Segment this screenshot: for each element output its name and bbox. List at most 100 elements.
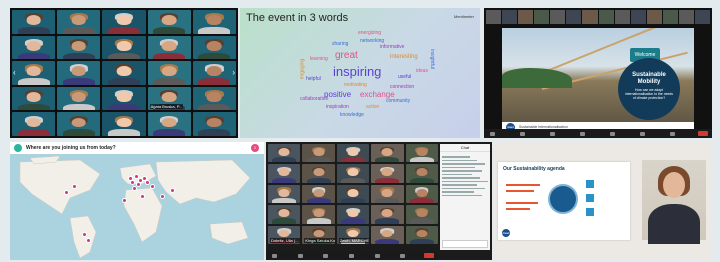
location-pin[interactable] bbox=[140, 194, 145, 199]
participant-tile[interactable] bbox=[405, 164, 438, 183]
participant-tile[interactable] bbox=[405, 144, 438, 163]
participant-thumbnail[interactable] bbox=[678, 10, 695, 24]
word-informative: informative bbox=[380, 44, 405, 50]
chat-input[interactable] bbox=[442, 240, 488, 248]
record-icon[interactable] bbox=[400, 253, 406, 258]
location-pin[interactable] bbox=[170, 188, 175, 193]
participant-tile[interactable] bbox=[192, 35, 236, 60]
location-pin[interactable] bbox=[86, 238, 91, 243]
participant-tile[interactable] bbox=[12, 86, 56, 111]
location-pin[interactable] bbox=[82, 232, 87, 237]
participant-tile[interactable]: Zeich, MARCHEE... bbox=[336, 225, 370, 244]
participant-tile[interactable] bbox=[57, 61, 101, 85]
leave-button[interactable] bbox=[423, 253, 434, 258]
participant-thumbnail[interactable] bbox=[518, 10, 534, 24]
participant-tile[interactable] bbox=[371, 164, 404, 183]
reactions-icon[interactable] bbox=[670, 131, 675, 136]
participant-tile[interactable] bbox=[371, 184, 404, 204]
participant-thumbnail[interactable] bbox=[614, 10, 630, 24]
location-pin[interactable] bbox=[72, 184, 77, 189]
share-icon[interactable] bbox=[374, 253, 380, 258]
participant-tile[interactable] bbox=[192, 112, 236, 136]
participant-tile[interactable]: Dobritz, Ulla (... bbox=[268, 225, 301, 244]
participant-tile[interactable] bbox=[302, 184, 335, 204]
participant-tile[interactable] bbox=[192, 61, 236, 85]
mic-icon[interactable] bbox=[272, 253, 277, 258]
camera-icon[interactable] bbox=[297, 253, 303, 258]
record-icon[interactable] bbox=[640, 131, 645, 136]
participant-thumbnail[interactable] bbox=[534, 10, 550, 24]
participant-thumbnail[interactable] bbox=[695, 10, 711, 24]
participant-tile[interactable] bbox=[192, 86, 236, 111]
participant-tile[interactable]: Agata Bruska, P... bbox=[147, 86, 191, 111]
participant-tile[interactable] bbox=[405, 184, 438, 204]
participant-tile[interactable] bbox=[57, 86, 101, 111]
participant-tile[interactable] bbox=[268, 184, 301, 204]
participant-tile[interactable] bbox=[268, 205, 301, 224]
participants-icon[interactable] bbox=[323, 253, 329, 258]
participant-tile[interactable] bbox=[102, 86, 146, 111]
location-pin[interactable] bbox=[150, 184, 155, 189]
location-pin[interactable] bbox=[145, 180, 150, 185]
participant-tile[interactable] bbox=[147, 112, 191, 136]
participant-tile[interactable] bbox=[336, 184, 370, 204]
prev-page-arrow-icon[interactable]: ‹ bbox=[13, 68, 16, 77]
participant-tile[interactable] bbox=[12, 61, 56, 85]
participant-thumbnail[interactable] bbox=[582, 10, 598, 24]
participant-tile[interactable] bbox=[268, 144, 301, 163]
camera-icon[interactable] bbox=[520, 131, 525, 136]
participant-thumbnail[interactable] bbox=[646, 10, 662, 24]
participant-tile[interactable] bbox=[371, 225, 404, 244]
participants-icon[interactable] bbox=[550, 131, 555, 136]
participant-tile[interactable] bbox=[371, 144, 404, 163]
participant-tile[interactable] bbox=[192, 10, 236, 34]
location-pin[interactable] bbox=[64, 190, 69, 195]
participant-tile[interactable] bbox=[12, 112, 56, 136]
participant-tile[interactable] bbox=[102, 61, 146, 85]
chat-icon[interactable] bbox=[348, 253, 354, 258]
word-connection: connection bbox=[390, 84, 415, 90]
participant-thumbnail[interactable] bbox=[566, 10, 582, 24]
participant-tile[interactable] bbox=[147, 61, 191, 85]
location-pin[interactable] bbox=[122, 198, 127, 203]
participant-thumbnail[interactable] bbox=[550, 10, 566, 24]
participant-tile[interactable]: Kinga Sztuka-Kowalska bbox=[302, 225, 335, 244]
participant-thumbnail[interactable] bbox=[598, 10, 614, 24]
chat-icon[interactable] bbox=[580, 131, 585, 136]
chat-message-line bbox=[442, 191, 475, 193]
participant-tile[interactable] bbox=[102, 112, 146, 136]
participant-thumbnail[interactable] bbox=[502, 10, 518, 24]
participant-tile[interactable] bbox=[57, 35, 101, 60]
participant-tile[interactable] bbox=[268, 164, 301, 183]
participant-tile[interactable] bbox=[336, 164, 370, 183]
participant-thumbnail[interactable] bbox=[630, 10, 646, 24]
participant-tile[interactable] bbox=[12, 10, 56, 34]
participant-tile[interactable] bbox=[302, 164, 335, 183]
participant-tile[interactable] bbox=[57, 10, 101, 34]
participant-thumbnail[interactable] bbox=[486, 10, 502, 24]
location-pin[interactable] bbox=[128, 176, 133, 181]
participant-thumbnail[interactable] bbox=[662, 10, 678, 24]
participant-tile[interactable] bbox=[336, 144, 370, 163]
mic-icon[interactable] bbox=[490, 131, 495, 136]
participant-tile[interactable] bbox=[102, 10, 146, 34]
location-pin[interactable] bbox=[136, 182, 141, 187]
participant-tile[interactable] bbox=[405, 205, 438, 224]
chat-message-line bbox=[442, 170, 483, 172]
participant-tile[interactable] bbox=[102, 35, 146, 60]
location-pin[interactable] bbox=[160, 194, 165, 199]
word-engaging: engaging bbox=[299, 58, 306, 80]
share-icon[interactable] bbox=[610, 131, 615, 136]
location-pin[interactable] bbox=[132, 186, 137, 191]
participant-tile[interactable] bbox=[302, 144, 335, 163]
participant-tile[interactable] bbox=[147, 10, 191, 34]
leave-button[interactable] bbox=[698, 131, 708, 136]
participant-tile[interactable] bbox=[405, 225, 438, 244]
participant-tile[interactable] bbox=[12, 35, 56, 60]
participant-tile[interactable] bbox=[302, 205, 335, 224]
participant-tile[interactable] bbox=[147, 35, 191, 60]
participant-tile[interactable] bbox=[336, 205, 370, 224]
next-page-arrow-icon[interactable]: › bbox=[232, 68, 235, 77]
participant-tile[interactable] bbox=[371, 205, 404, 224]
participant-tile[interactable] bbox=[57, 112, 101, 136]
